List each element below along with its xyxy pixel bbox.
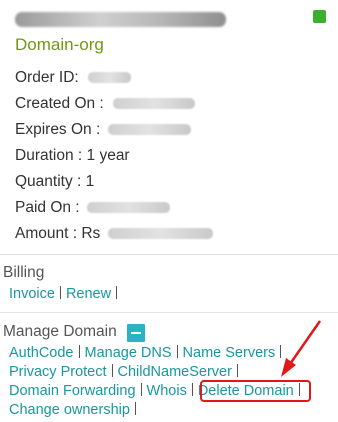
annotation-arrow-icon [281, 320, 322, 377]
